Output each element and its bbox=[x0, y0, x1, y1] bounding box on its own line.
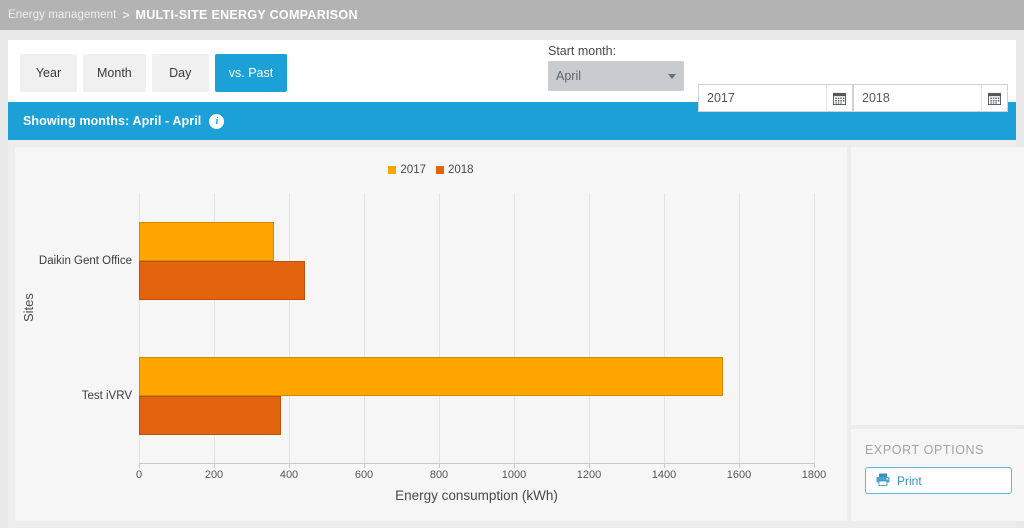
legend-label-2018: 2018 bbox=[448, 164, 474, 176]
x-axis-tick bbox=[364, 463, 365, 468]
content-area: 2017 2018 Sites 0 200 400 600 800 1000 1200 140… bbox=[8, 140, 1024, 528]
gridline bbox=[739, 193, 740, 463]
breadcrumb: Energy management > MULTI-SITE ENERGY CO… bbox=[0, 0, 1024, 30]
printer-icon bbox=[876, 473, 890, 489]
side-blank-panel bbox=[851, 147, 1024, 425]
x-axis-tick bbox=[439, 463, 440, 468]
page-title: MULTI-SITE ENERGY COMPARISON bbox=[135, 8, 358, 22]
chart-legend: 2017 2018 bbox=[15, 164, 847, 176]
energy-comparison-chart: 2017 2018 Sites 0 200 400 600 800 1000 1200 140… bbox=[15, 147, 847, 521]
export-options-panel: EXPORT OPTIONS Print bbox=[851, 429, 1024, 521]
start-month-label: Start month: bbox=[548, 44, 617, 58]
x-tick-label: 0 bbox=[135, 469, 143, 481]
calendar-icon[interactable] bbox=[826, 85, 852, 111]
x-tick-label: 600 bbox=[354, 469, 374, 481]
start-month-group: Start month: April bbox=[548, 44, 684, 91]
legend-swatch-2017 bbox=[388, 166, 397, 174]
print-label: Print bbox=[897, 473, 922, 488]
toolbar: Year Month Day vs. Past Start month: Apr… bbox=[8, 40, 1016, 112]
legend-item-2017[interactable]: 2017 bbox=[388, 164, 426, 176]
info-icon[interactable]: i bbox=[209, 113, 225, 129]
y-category-label: Test iVRV bbox=[81, 389, 132, 402]
x-tick-label: 1800 bbox=[801, 469, 827, 481]
y-category-label: Daikin Gent Office bbox=[38, 254, 132, 267]
year-to-input[interactable] bbox=[854, 85, 981, 111]
calendar-icon[interactable] bbox=[981, 85, 1007, 111]
showing-months-text: Showing months: April - April bbox=[23, 114, 202, 128]
tab-month[interactable]: Month bbox=[83, 54, 146, 92]
export-options-title: EXPORT OPTIONS bbox=[865, 443, 985, 457]
x-axis-tick bbox=[589, 463, 590, 468]
tab-day[interactable]: Day bbox=[151, 54, 209, 92]
bar-2017-2[interactable] bbox=[139, 356, 723, 396]
breadcrumb-parent-link[interactable]: Energy management bbox=[8, 9, 116, 21]
x-tick-label: 800 bbox=[429, 469, 449, 481]
gridline bbox=[664, 193, 665, 463]
x-axis-tick bbox=[139, 463, 140, 468]
x-axis-tick bbox=[739, 463, 740, 468]
year-from-field[interactable] bbox=[698, 84, 853, 112]
x-axis-tick bbox=[664, 463, 665, 468]
gridline bbox=[589, 193, 590, 463]
x-axis-tick bbox=[514, 463, 515, 468]
content-card: Year Month Day vs. Past Start month: Apr… bbox=[8, 40, 1024, 528]
year-range-group bbox=[698, 84, 1008, 112]
chart-panel: 2017 2018 Sites 0 200 400 600 800 1000 1200 140… bbox=[15, 147, 847, 521]
legend-label-2017: 2017 bbox=[400, 164, 426, 176]
tab-vs-past[interactable]: vs. Past bbox=[214, 54, 288, 92]
breadcrumb-separator-icon: > bbox=[122, 8, 130, 22]
x-tick-label: 1200 bbox=[576, 469, 602, 481]
year-to-field[interactable] bbox=[853, 84, 1008, 112]
bar-2018-1[interactable] bbox=[139, 260, 306, 300]
page-body: Year Month Day vs. Past Start month: Apr… bbox=[0, 30, 1024, 528]
legend-swatch-2018 bbox=[436, 166, 444, 174]
gridline bbox=[289, 193, 290, 463]
gridline bbox=[439, 193, 440, 463]
x-tick-label: 200 bbox=[204, 469, 224, 481]
x-axis-label: Energy consumption (kWh) bbox=[395, 488, 558, 503]
period-tab-group: Year Month Day vs. Past bbox=[20, 54, 288, 92]
gridline bbox=[364, 193, 365, 463]
legend-item-2018[interactable]: 2018 bbox=[436, 164, 474, 176]
x-tick-label: 1000 bbox=[501, 469, 527, 481]
x-tick-label: 1600 bbox=[726, 469, 752, 481]
x-axis-line bbox=[139, 463, 814, 464]
x-tick-label: 1400 bbox=[651, 469, 677, 481]
gridline bbox=[814, 193, 815, 463]
chevron-down-icon bbox=[668, 73, 676, 79]
y-axis-label: Sites bbox=[21, 293, 36, 322]
x-axis-tick bbox=[214, 463, 215, 468]
tab-year[interactable]: Year bbox=[20, 54, 77, 92]
year-from-input[interactable] bbox=[699, 85, 826, 111]
x-tick-label: 400 bbox=[279, 469, 299, 481]
gridline bbox=[514, 193, 515, 463]
start-month-value: April bbox=[556, 69, 582, 83]
x-axis-tick bbox=[814, 463, 815, 468]
plot-area: 0 200 400 600 800 1000 1200 1400 1600 1800 Daikin … bbox=[39, 193, 826, 481]
bar-2018-2[interactable] bbox=[139, 395, 282, 435]
bar-2017-1[interactable] bbox=[139, 221, 274, 261]
print-button[interactable]: Print bbox=[865, 467, 1012, 494]
start-month-select[interactable]: April bbox=[548, 61, 684, 91]
side-panel: EXPORT OPTIONS Print bbox=[851, 147, 1024, 521]
x-axis-tick bbox=[289, 463, 290, 468]
